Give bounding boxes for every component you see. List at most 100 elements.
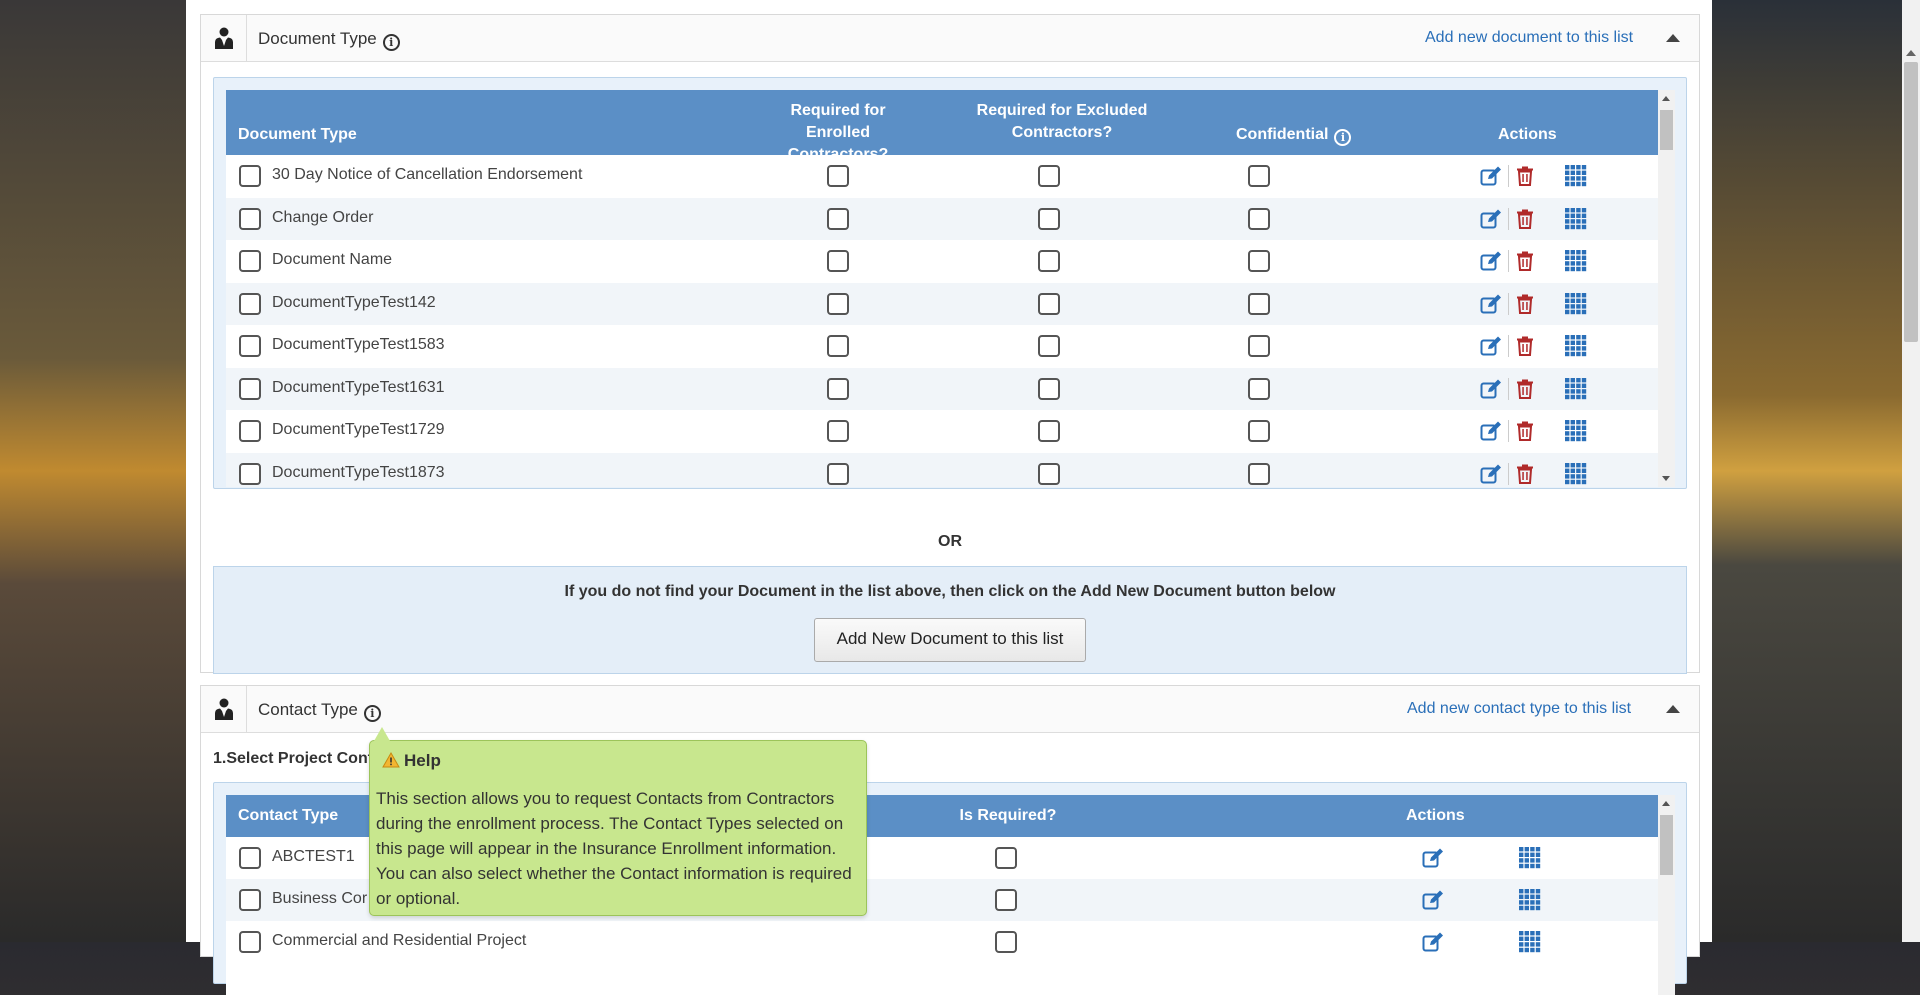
info-icon[interactable]: i (1334, 129, 1352, 146)
required-excluded-checkbox[interactable] (1038, 462, 1060, 485)
required-excluded-checkbox[interactable] (1038, 250, 1060, 272)
document-grid-scrollbar[interactable] (1658, 90, 1675, 487)
required-enrolled-checkbox[interactable] (827, 335, 849, 357)
edit-icon[interactable] (1422, 932, 1444, 957)
confidential-checkbox[interactable] (1248, 250, 1270, 272)
document-type-name: DocumentTypeTest1729 (272, 421, 445, 438)
grid-scroll-up-icon[interactable] (1662, 96, 1670, 101)
grid-menu-icon[interactable] (1565, 250, 1587, 277)
is-required-checkbox[interactable] (995, 889, 1017, 911)
required-enrolled-checkbox[interactable] (827, 292, 849, 315)
required-excluded-checkbox[interactable] (1038, 335, 1060, 357)
edit-icon[interactable] (1480, 464, 1502, 488)
collapse-caret-icon[interactable] (1666, 705, 1680, 713)
user-icon (201, 686, 247, 732)
contact-grid-scroll-thumb[interactable] (1660, 815, 1673, 875)
table-row: 30 Day Notice of Cancellation Endorsemen… (226, 155, 1658, 197)
grid-menu-icon[interactable] (1519, 847, 1541, 874)
required-enrolled-checkbox[interactable] (827, 250, 849, 272)
grid-menu-icon[interactable] (1565, 377, 1587, 405)
delete-icon[interactable] (1516, 379, 1534, 404)
row-select-checkbox[interactable] (239, 207, 261, 230)
delete-icon[interactable] (1516, 209, 1534, 234)
warning-icon (382, 751, 400, 768)
grid-menu-icon[interactable] (1519, 889, 1541, 916)
help-tooltip: Help This section allows you to request … (369, 727, 867, 916)
info-icon[interactable]: i (363, 705, 381, 722)
confidential-checkbox[interactable] (1248, 420, 1270, 442)
required-excluded-checkbox[interactable] (1038, 292, 1060, 315)
action-divider (1508, 292, 1509, 315)
required-enrolled-checkbox[interactable] (827, 377, 849, 400)
delete-icon[interactable] (1516, 166, 1534, 191)
required-excluded-checkbox[interactable] (1038, 207, 1060, 230)
grid-menu-icon[interactable] (1565, 165, 1587, 192)
grid-menu-icon[interactable] (1565, 420, 1587, 447)
row-select-checkbox[interactable] (239, 292, 261, 315)
document-type-title-text: Document Type (258, 29, 377, 48)
row-select-checkbox[interactable] (239, 931, 261, 953)
required-enrolled-checkbox[interactable] (827, 420, 849, 442)
required-excluded-checkbox[interactable] (1038, 420, 1060, 442)
row-select-checkbox[interactable] (239, 889, 261, 911)
row-select-checkbox[interactable] (239, 377, 261, 400)
grid-menu-icon[interactable] (1519, 931, 1541, 958)
row-select-checkbox[interactable] (239, 335, 261, 357)
delete-icon[interactable] (1516, 464, 1534, 488)
row-select-checkbox[interactable] (239, 165, 261, 187)
edit-icon[interactable] (1480, 251, 1502, 276)
confidential-checkbox[interactable] (1248, 377, 1270, 400)
col-document-type: Document Type (238, 126, 357, 143)
table-row: DocumentTypeTest1729 (226, 410, 1658, 452)
grid-menu-icon[interactable] (1565, 335, 1587, 362)
action-divider (1508, 420, 1509, 442)
edit-icon[interactable] (1480, 336, 1502, 361)
edit-icon[interactable] (1422, 848, 1444, 873)
info-icon[interactable]: i (382, 34, 400, 51)
edit-icon[interactable] (1480, 166, 1502, 191)
page-scrollbar-thumb[interactable] (1904, 62, 1918, 342)
contact-grid-scrollbar[interactable] (1658, 795, 1675, 995)
confidential-checkbox[interactable] (1248, 165, 1270, 187)
grid-scroll-down-icon[interactable] (1662, 476, 1670, 481)
document-grid-scroll-thumb[interactable] (1660, 110, 1673, 150)
required-enrolled-checkbox[interactable] (827, 462, 849, 485)
required-enrolled-checkbox[interactable] (827, 207, 849, 230)
edit-icon[interactable] (1480, 379, 1502, 404)
is-required-checkbox[interactable] (995, 847, 1017, 869)
background-right (1712, 0, 1902, 942)
edit-icon[interactable] (1480, 209, 1502, 234)
is-required-checkbox[interactable] (995, 931, 1017, 953)
delete-icon[interactable] (1516, 294, 1534, 319)
edit-icon[interactable] (1422, 890, 1444, 915)
required-enrolled-checkbox[interactable] (827, 165, 849, 187)
delete-icon[interactable] (1516, 336, 1534, 361)
grid-menu-icon[interactable] (1565, 292, 1587, 320)
confidential-checkbox[interactable] (1248, 207, 1270, 230)
help-tooltip-title-text: Help (404, 751, 441, 770)
delete-icon[interactable] (1516, 421, 1534, 446)
row-select-checkbox[interactable] (239, 420, 261, 442)
confidential-checkbox[interactable] (1248, 292, 1270, 315)
confidential-checkbox[interactable] (1248, 335, 1270, 357)
required-excluded-checkbox[interactable] (1038, 377, 1060, 400)
grid-menu-icon[interactable] (1565, 207, 1587, 235)
add-new-document-link[interactable]: Add new document to this list (1425, 29, 1633, 47)
required-excluded-checkbox[interactable] (1038, 165, 1060, 187)
delete-icon[interactable] (1516, 251, 1534, 276)
edit-icon[interactable] (1480, 421, 1502, 446)
collapse-caret-icon[interactable] (1666, 34, 1680, 42)
grid-scroll-up-icon[interactable] (1662, 801, 1670, 806)
contact-type-title-text: Contact Type (258, 700, 358, 719)
grid-menu-icon[interactable] (1565, 462, 1587, 488)
document-type-name: DocumentTypeTest1631 (272, 378, 445, 396)
add-new-document-button[interactable]: Add New Document to this list (814, 618, 1086, 662)
row-select-checkbox[interactable] (239, 462, 261, 485)
action-divider (1508, 207, 1509, 230)
add-new-contact-type-link[interactable]: Add new contact type to this list (1407, 700, 1631, 718)
row-select-checkbox[interactable] (239, 250, 261, 272)
row-select-checkbox[interactable] (239, 847, 261, 869)
confidential-checkbox[interactable] (1248, 462, 1270, 485)
edit-icon[interactable] (1480, 294, 1502, 319)
scroll-up-arrow-icon[interactable] (1906, 50, 1916, 56)
